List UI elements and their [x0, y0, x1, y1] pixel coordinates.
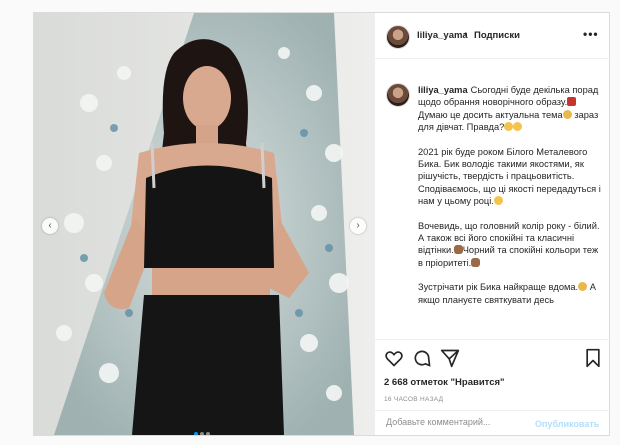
bookmark-icon[interactable] — [583, 348, 603, 368]
caption-avatar[interactable] — [386, 83, 410, 107]
header-username[interactable]: liliya_yama — [417, 30, 468, 41]
caption-paragraph: Зустрічати рік Бика найкраще вдома. — [418, 282, 579, 293]
heart-icon[interactable] — [384, 348, 404, 368]
comment-row: Опубликовать — [375, 410, 610, 436]
share-icon[interactable] — [440, 348, 460, 368]
smile-emoji-icon — [504, 122, 514, 132]
more-icon[interactable]: ••• — [583, 27, 599, 41]
smile-emoji-icon — [493, 196, 503, 206]
comment-icon[interactable] — [412, 348, 432, 368]
avatar[interactable] — [386, 25, 410, 49]
caption-paragraph: 2021 рік буде роком Білого Металевого Би… — [418, 146, 601, 207]
ok-hand-emoji-icon — [453, 245, 463, 255]
grimace-emoji-icon — [562, 109, 572, 119]
ok-hand-emoji-icon — [471, 257, 481, 267]
follow-button[interactable]: Подписки — [474, 30, 520, 41]
post-sidebar: liliya_yama • Подписки ••• liliya_yama Сь… — [374, 13, 610, 435]
carousel-dot-active — [194, 432, 198, 435]
carousel-indicator — [194, 423, 212, 435]
publish-button[interactable]: Опубликовать — [535, 419, 599, 429]
grin-emoji-icon — [578, 282, 588, 292]
post-actions: 2 668 отметок "Нравится" 16 ЧАСОВ НАЗАД … — [375, 339, 610, 435]
caption-text: liliya_yama Сьогодні буде декілька порад … — [418, 84, 605, 318]
carousel-dot — [206, 432, 210, 435]
instagram-post: ‹ › liliya_yama • Подписки ••• liliya_ya… — [33, 12, 610, 436]
chevron-right-icon[interactable]: › — [350, 218, 366, 234]
caption: liliya_yama Сьогодні буде декілька порад … — [375, 71, 610, 343]
separator-dot: • — [464, 29, 468, 40]
woman-emoji-icon — [567, 97, 577, 107]
smile-emoji-icon — [513, 122, 523, 132]
caption-line: Думаю це досить актуальна тема — [418, 109, 563, 120]
chevron-left-icon[interactable]: ‹ — [42, 218, 58, 234]
caption-username[interactable]: liliya_yama — [418, 85, 468, 95]
likes-count[interactable]: 2 668 отметок "Нравится" — [384, 377, 505, 388]
post-photo[interactable]: ‹ › — [34, 13, 374, 435]
comment-input[interactable] — [384, 416, 538, 428]
photo-illustration — [34, 13, 374, 435]
timestamp[interactable]: 16 ЧАСОВ НАЗАД — [384, 396, 443, 403]
carousel-dot — [200, 432, 204, 435]
post-header: liliya_yama • Подписки ••• — [375, 13, 610, 59]
